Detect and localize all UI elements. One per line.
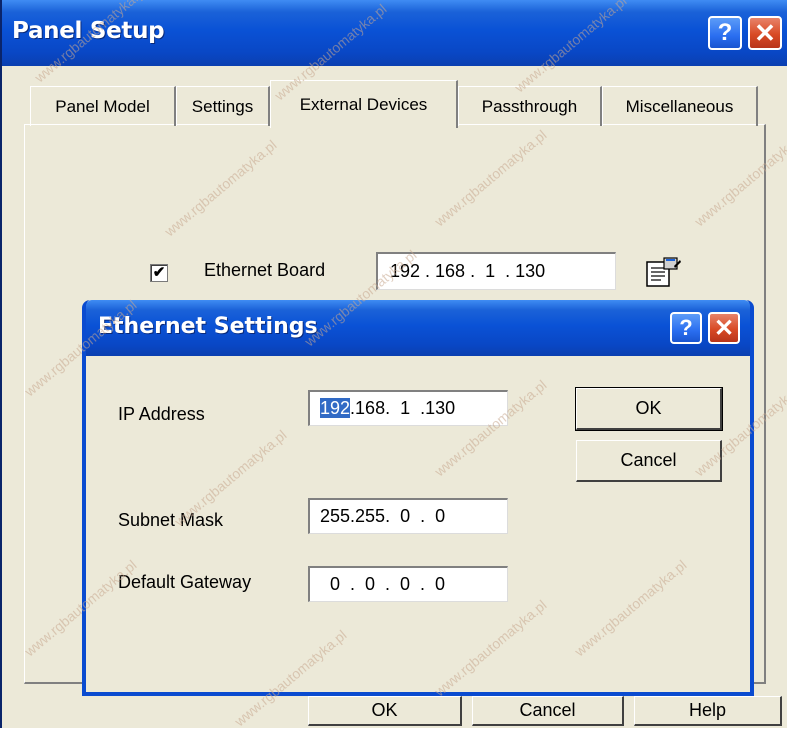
default-gateway-field[interactable]: 0 . 0 . 0 . 0 [308,566,508,602]
help-icon[interactable]: ? [708,16,742,50]
tab-settings[interactable]: Settings [176,86,270,126]
dialog-cancel-button[interactable]: Cancel [576,440,722,482]
window-title: Panel Setup [12,18,165,44]
ip-address-field[interactable]: 192.168. 1 .130 [308,390,508,426]
checkmark-icon: ✔ [152,264,166,281]
ethernet-settings-dialog: Ethernet Settings ? ✕ IP Address 192.168… [82,300,754,696]
dialog-ok-button[interactable]: OK [575,387,723,431]
ip-remaining-octets: .168. 1 .130 [350,398,456,418]
help-button[interactable]: Help [634,696,782,726]
ok-button[interactable]: OK [308,696,462,726]
dialog-title-bar[interactable]: Ethernet Settings ? ✕ [86,300,750,356]
close-icon[interactable]: ✕ [748,16,782,50]
ethernet-board-label: Ethernet Board [204,260,326,280]
panel-setup-window: Panel Setup ? ✕ Panel Model Settings Ext… [0,0,787,728]
dialog-title: Ethernet Settings [98,314,318,339]
ip-address-label: IP Address [118,404,205,424]
ip-selected-octet: 192 [320,398,351,418]
default-gateway-label: Default Gateway [118,572,252,592]
properties-icon[interactable] [644,254,684,290]
tab-external-devices[interactable]: External Devices [270,80,458,128]
dialog-close-icon[interactable]: ✕ [708,312,740,344]
tab-passthrough[interactable]: Passthrough [458,86,602,126]
cancel-button[interactable]: Cancel [472,696,624,726]
title-bar[interactable]: Panel Setup ? ✕ [2,0,787,66]
ethernet-board-ip-field[interactable]: 192 . 168 . 1 . 130 [376,252,616,290]
tab-panel-model[interactable]: Panel Model [30,86,176,126]
tab-miscellaneous[interactable]: Miscellaneous [602,86,758,126]
dialog-help-icon[interactable]: ? [670,312,702,344]
subnet-mask-field[interactable]: 255.255. 0 . 0 [308,498,508,534]
subnet-mask-label: Subnet Mask [118,510,224,530]
ethernet-board-checkbox[interactable]: ✔ [150,264,168,282]
